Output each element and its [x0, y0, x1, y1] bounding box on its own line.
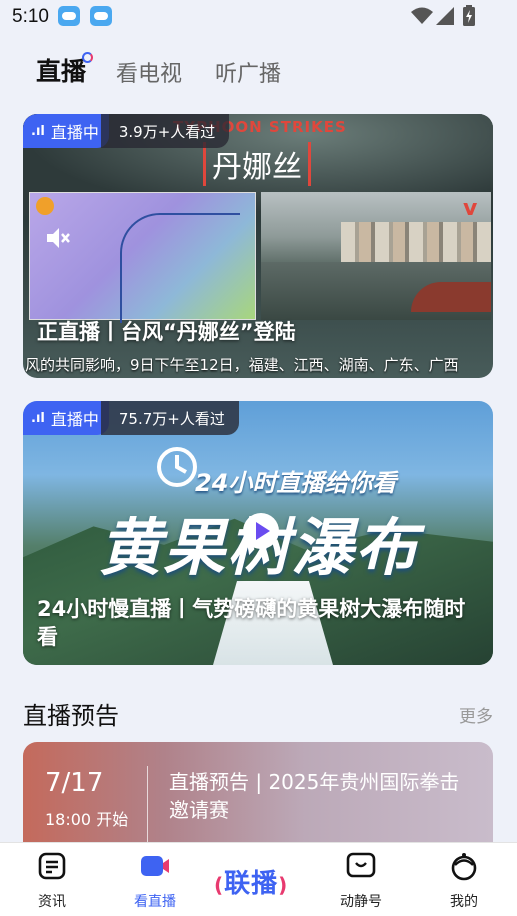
nav-label: 资讯 — [38, 894, 66, 910]
live-status-text: 直播中 — [50, 123, 99, 142]
wifi-icon — [411, 7, 433, 24]
signal-icon — [436, 7, 454, 25]
nav-label: 动静号 — [340, 894, 382, 910]
status-bar: 5:10 — [0, 0, 517, 34]
buildings-image — [341, 222, 491, 262]
nav-label: 看直播 — [134, 894, 176, 910]
promo-subtitle: 24小时直播给你看 — [195, 469, 397, 497]
profile-icon — [451, 853, 477, 881]
nav-item-profile[interactable]: 我的 — [424, 851, 504, 911]
red-field-image — [411, 282, 491, 312]
live-badge: .ıl 直播中 3.9万+人看过 — [23, 114, 230, 148]
nav-item-news[interactable]: 资讯 — [12, 851, 92, 911]
live-bars-icon: .ıl — [31, 123, 45, 139]
live-card-waterfall[interactable]: 24小时直播给你看 黄果树瀑布 .ıl直播中 75.7万+人看过 24小时慢直播… — [23, 401, 493, 665]
more-link[interactable]: 更多 — [459, 702, 493, 727]
schedule-preview-card[interactable]: 7/17 18:00 开始 直播预告 | 2025年贵州国际拳击邀请赛 — [23, 742, 493, 842]
live-status-badge: .ıl 直播中 — [23, 114, 109, 148]
tab-active-indicator-icon — [82, 52, 93, 63]
status-time: 5:10 — [12, 6, 49, 27]
news-icon — [38, 852, 66, 880]
nav-item-dongjinghao[interactable]: 动静号 — [321, 851, 401, 911]
viewer-count: 3.9万+人看过 — [100, 114, 230, 148]
preview-title: 直播预告 | 2025年贵州国际拳击邀请赛 — [169, 770, 460, 822]
nav-item-live[interactable]: 看直播 — [115, 851, 195, 911]
typhoon-name-label: 丹娜丝 — [203, 142, 311, 186]
wave-right-icon: ) — [278, 873, 289, 897]
map-logo-icon — [36, 197, 54, 215]
map-coastline — [120, 213, 240, 323]
channel-logo-icon: v — [463, 196, 478, 221]
live-card-typhoon[interactable]: TYPHOON STRIKES 丹娜丝 v .ıl 直播中 3.9万+人看过 正直… — [23, 114, 493, 378]
wave-left-icon: ( — [214, 873, 225, 897]
live-video-icon — [141, 856, 169, 876]
tab-listen-radio[interactable]: 听广播 — [215, 56, 281, 88]
live-status-text: 直播中 — [50, 410, 99, 429]
divider — [147, 766, 148, 842]
coastal-photo — [261, 192, 491, 320]
nav-item-lianbo[interactable]: (联播) — [214, 863, 288, 900]
battery-icon — [463, 5, 475, 26]
live-status-badge: .ıl 直播中 — [23, 401, 109, 435]
schedule-section-header: 直播预告 更多 — [23, 694, 493, 730]
mute-icon[interactable] — [43, 224, 71, 252]
tab-watch-tv[interactable]: 看电视 — [116, 56, 182, 88]
live-card-title: 正直播丨台风“丹娜丝”登陆 — [37, 320, 296, 344]
viewer-count: 75.7万+人看过 — [100, 401, 239, 435]
preview-date: 7/17 — [45, 768, 104, 798]
section-title: 直播预告 — [23, 702, 119, 730]
bottom-nav: 资讯 看直播 (联播) 动静号 我的 — [0, 842, 517, 916]
live-bars-icon: .ıl — [31, 410, 45, 426]
live-badge: .ıl 直播中 75.7万+人看过 — [23, 401, 239, 435]
clock-icon — [157, 447, 197, 487]
preview-time: 18:00 开始 — [45, 810, 129, 829]
tab-live[interactable]: 直播 — [36, 52, 86, 88]
play-icon[interactable] — [241, 511, 281, 551]
weather-map-image — [29, 192, 256, 323]
live-card-title: 24小时慢直播丨气势磅礴的黄果树大瀑布随时看 — [37, 597, 466, 649]
tv-face-icon — [346, 852, 376, 878]
news-ticker: 风的共同影响，9日下午至12日，福建、江西、湖南、广东、广西 — [25, 356, 459, 374]
cloud-icon — [90, 6, 112, 26]
cloud-icon — [58, 6, 80, 26]
nav-label: 我的 — [450, 894, 478, 910]
lianbo-logo: 联播 — [224, 869, 279, 899]
